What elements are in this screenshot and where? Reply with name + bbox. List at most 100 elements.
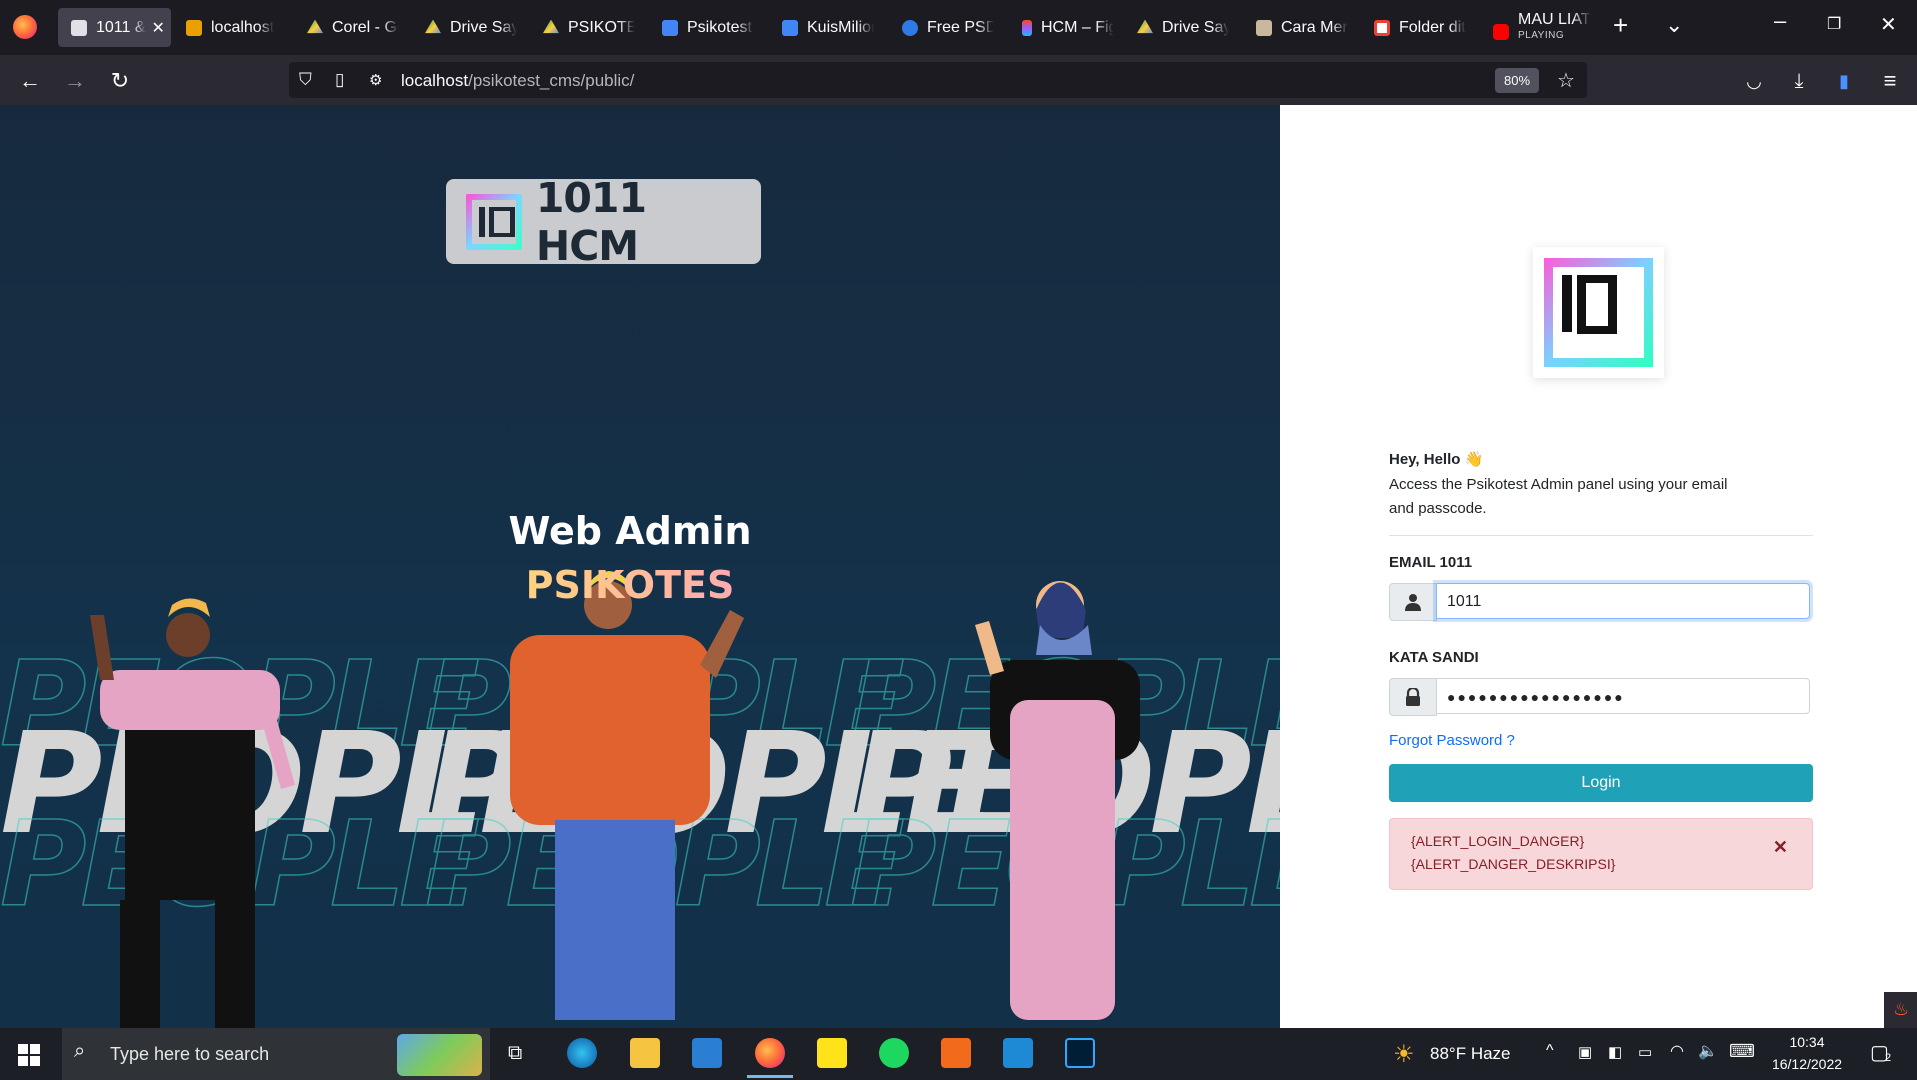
restore-icon[interactable]: ❐ (1827, 14, 1841, 34)
tab-strip: 1011 & ✕ localhost Corel - Go Drive Saya… (0, 0, 1917, 55)
tab-label: Cara Men (1281, 18, 1348, 36)
brand-logo-card: 1011 HCM (446, 174, 761, 270)
divider (1389, 535, 1813, 536)
address-bar[interactable]: ⛉ ▯ ⚙ localhost/psikotest_cms/public/ 80… (289, 62, 1587, 98)
tab-cara-men[interactable]: Cara Men (1256, 8, 1348, 47)
reload-icon[interactable]: ↻ (106, 67, 134, 95)
email-field[interactable]: 1011 (1436, 583, 1810, 619)
login-alert: {ALERT_LOGIN_DANGER} {ALERT_DANGER_DESKR… (1389, 818, 1813, 890)
password-field[interactable]: ●●●●●●●●●●●●●●●●● (1436, 678, 1810, 714)
vscode-icon[interactable] (1003, 1038, 1033, 1068)
screen-capture-icon[interactable]: ◧ (1608, 1043, 1622, 1061)
tab-label: PSIKOTEST (568, 18, 635, 36)
forward-icon[interactable]: → (61, 67, 89, 95)
google-drive-icon (307, 19, 323, 34)
tab-corel[interactable]: Corel - Go (307, 8, 399, 47)
permissions-icon[interactable]: ⚙ (369, 71, 382, 89)
pocket-icon[interactable]: ◡ (1740, 67, 1768, 95)
forgot-password-link[interactable]: Forgot Password ? (1389, 732, 1515, 749)
url-text[interactable]: localhost/psikotest_cms/public/ (401, 71, 634, 91)
notification-count: 2 (1885, 1052, 1892, 1064)
back-icon[interactable]: ← (16, 67, 44, 95)
tab-psikotest-doc[interactable]: Psikotest d (662, 8, 754, 47)
brand-name: 1011 HCM (535, 173, 647, 270)
figma-icon (1022, 19, 1032, 36)
password-input-group: ●●●●●●●●●●●●●●●●● (1389, 678, 1813, 716)
login-button[interactable]: Login (1389, 764, 1813, 802)
tab-free-psd[interactable]: Free PSD (902, 8, 994, 47)
tab-youtube-playing[interactable]: MAU LIAT PLAYING (1493, 8, 1593, 47)
email-label: EMAIL 1011 (1389, 554, 1473, 571)
firefox-icon[interactable] (13, 15, 37, 39)
tab-kuismilion[interactable]: KuisMilion (782, 8, 874, 47)
tracking-shield-icon[interactable]: ⛉ (299, 70, 312, 90)
google-docs-icon (782, 19, 798, 36)
tab-label: Drive Saya (1162, 18, 1229, 36)
hero-subtitle: PSIKOTES (0, 563, 1260, 607)
wifi-icon[interactable]: ◠ (1670, 1041, 1684, 1061)
person-left-figure (90, 598, 295, 1028)
brand-logo-icon (466, 193, 522, 250)
tab-label: Corel - Go (332, 18, 399, 36)
tab-folder-gmail[interactable]: Folder dit (1374, 8, 1466, 47)
google-drive-icon (425, 19, 441, 34)
xampp-icon[interactable] (941, 1038, 971, 1068)
flame-icon: ♨ (1893, 999, 1910, 1019)
downloads-icon[interactable]: ⤓ (1785, 67, 1813, 95)
keyboard-icon[interactable]: ⌨ (1729, 1041, 1755, 1062)
zoom-level-button[interactable]: 80% (1495, 68, 1539, 93)
tab-label: Drive Saya (450, 18, 517, 36)
google-drive-icon (1137, 19, 1153, 34)
meet-now-icon[interactable]: ▣ (1578, 1043, 1592, 1061)
windows-taskbar: ⌕ Type here to search ⧉ ☀ 88°F Haze ^ ▣ … (0, 1028, 1917, 1080)
sticky-notes-icon[interactable] (817, 1038, 847, 1068)
close-tab-icon[interactable]: ✕ (152, 18, 165, 38)
page-info-icon[interactable]: ▯ (335, 70, 344, 90)
new-tab-icon[interactable]: + (1613, 10, 1628, 41)
tab-psikotest-drive[interactable]: PSIKOTEST (543, 8, 635, 47)
file-explorer-icon[interactable] (630, 1038, 660, 1068)
photoshop-icon[interactable] (1065, 1038, 1095, 1068)
tab-localhost[interactable]: localhost (186, 8, 278, 47)
minimize-icon[interactable]: – (1774, 8, 1786, 34)
tab-drive-saya[interactable]: Drive Saya (425, 8, 517, 47)
weather-text[interactable]: 88°F Haze (1430, 1044, 1511, 1064)
tab-favicon-icon (186, 19, 202, 36)
volume-icon[interactable]: 🔈 (1698, 1041, 1718, 1061)
tab-hcm-figma[interactable]: HCM – Fig (1022, 8, 1114, 47)
app-logo-icon (1544, 258, 1653, 367)
tab-label: 1011 & (96, 18, 146, 36)
tab-label: Free PSD (927, 18, 994, 36)
mail-icon[interactable] (692, 1038, 722, 1068)
show-hidden-icons-chevron-icon[interactable]: ^ (1546, 1042, 1554, 1060)
tab-label: Psikotest d (687, 18, 754, 36)
user-icon (1389, 583, 1437, 621)
tab-active[interactable]: 1011 & ✕ (58, 8, 171, 47)
side-flame-tab[interactable]: ♨ (1884, 992, 1917, 1028)
alert-close-icon[interactable]: ✕ (1773, 837, 1788, 858)
gmail-icon (1374, 19, 1390, 36)
tab-drive-saya-2[interactable]: Drive Saya (1137, 8, 1229, 47)
close-window-icon[interactable]: ✕ (1880, 12, 1897, 37)
tab-playing-label: PLAYING (1518, 30, 1565, 41)
clock-time[interactable]: 10:34 (1772, 1034, 1842, 1050)
bookmark-star-icon[interactable]: ☆ (1557, 68, 1575, 93)
google-docs-icon (662, 19, 678, 36)
greeting-heading: Hey, Hello 👋 (1389, 451, 1484, 468)
menu-hamburger-icon[interactable]: ≡ (1876, 67, 1904, 95)
url-host: localhost (401, 71, 469, 90)
clock-date[interactable]: 16/12/2022 (1768, 1056, 1846, 1072)
battery-icon[interactable]: ▭ (1638, 1043, 1652, 1061)
login-panel: Hey, Hello 👋 Access the Psikotest Admin … (1280, 105, 1917, 1028)
spotify-icon[interactable] (879, 1038, 909, 1068)
windows-start-icon[interactable] (18, 1044, 40, 1066)
task-view-icon[interactable]: ⧉ (508, 1042, 522, 1065)
extension-icon[interactable]: ▮ (1830, 67, 1858, 95)
list-tabs-chevron-icon[interactable]: ⌄ (1665, 12, 1683, 38)
search-placeholder: Type here to search (110, 1044, 270, 1064)
freepik-icon (902, 19, 918, 36)
firefox-taskbar-icon[interactable] (747, 1038, 793, 1078)
edge-icon[interactable] (567, 1038, 597, 1068)
url-path: /psikotest_cms/public/ (468, 71, 635, 90)
taskbar-search[interactable]: ⌕ Type here to search (62, 1028, 490, 1080)
